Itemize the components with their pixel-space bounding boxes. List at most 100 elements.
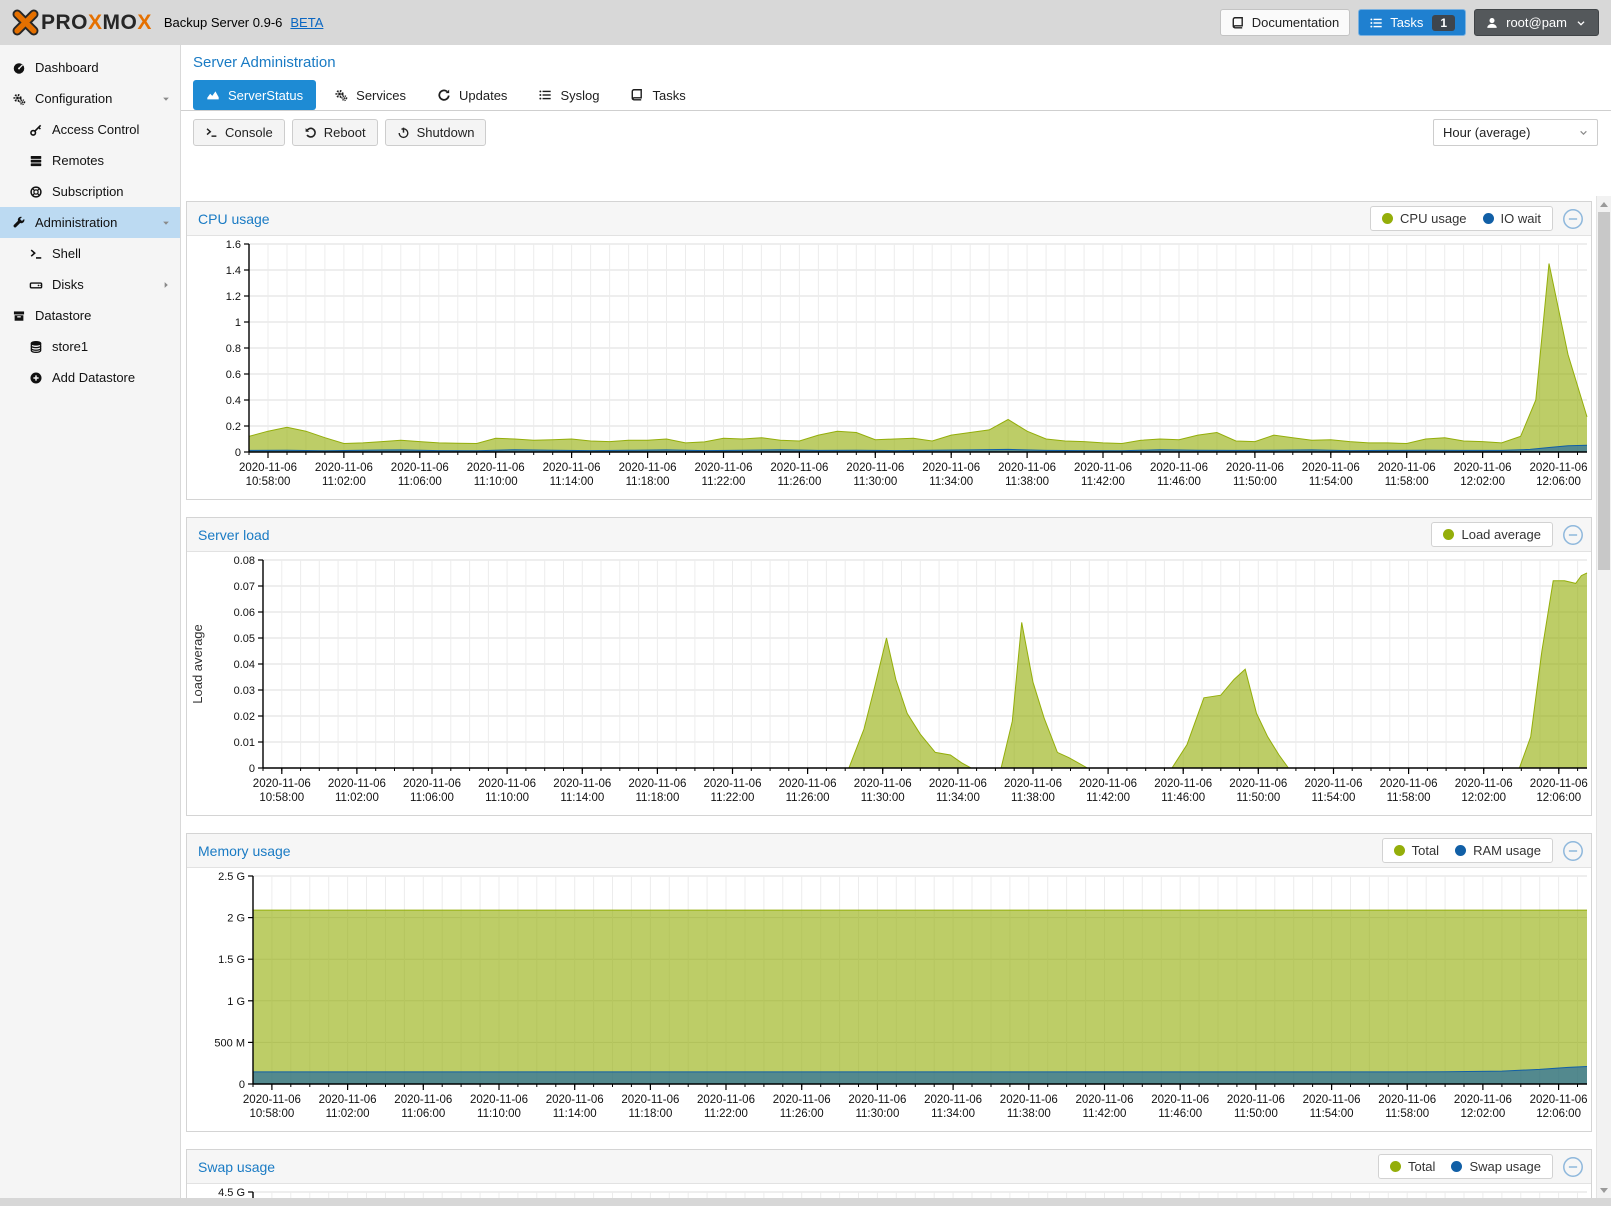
sidebar-item-label: Remotes — [52, 153, 104, 168]
user-menu-label: root@pam — [1506, 15, 1567, 30]
chart-wrap-server-load: 00.010.020.030.040.050.060.070.082020-11… — [187, 552, 1591, 815]
svg-text:2020-11-06: 2020-11-06 — [1454, 1094, 1512, 1106]
sidebar-item-administration[interactable]: Administration — [0, 207, 180, 238]
legend-item-total[interactable]: Total — [1394, 843, 1439, 858]
svg-text:11:54:00: 11:54:00 — [1309, 476, 1353, 488]
svg-text:1.5 G: 1.5 G — [218, 954, 245, 966]
svg-text:2020-11-06: 2020-11-06 — [1079, 778, 1137, 790]
svg-text:11:06:00: 11:06:00 — [401, 1108, 445, 1120]
user-icon — [1485, 16, 1499, 30]
top-navbar: PROXMOX Backup Server 0.9-6 BETA Documen… — [0, 0, 1611, 45]
svg-text:2020-11-06: 2020-11-06 — [467, 462, 525, 474]
svg-text:2020-11-06: 2020-11-06 — [770, 462, 828, 474]
chevron-right-icon[interactable] — [160, 279, 172, 291]
legend-item-cpu-usage[interactable]: CPU usage — [1382, 211, 1466, 226]
time-range-value: Hour (average) — [1443, 125, 1530, 140]
svg-text:2020-11-06: 2020-11-06 — [1151, 1094, 1209, 1106]
tab-tasks[interactable]: Tasks — [617, 80, 698, 110]
scroll-down-arrow[interactable] — [1597, 1183, 1611, 1197]
svg-text:0: 0 — [249, 763, 255, 775]
collapse-panel-button[interactable] — [1562, 1156, 1584, 1178]
svg-text:2020-11-06: 2020-11-06 — [478, 778, 536, 790]
svg-text:11:34:00: 11:34:00 — [929, 476, 973, 488]
svg-text:11:50:00: 11:50:00 — [1236, 792, 1280, 804]
documentation-button[interactable]: Documentation — [1220, 9, 1350, 36]
sidebar-nav: DashboardConfigurationAccess Control Remo… — [0, 45, 181, 1206]
beta-link[interactable]: BETA — [290, 15, 323, 30]
svg-text:11:30:00: 11:30:00 — [853, 476, 897, 488]
tasks-button[interactable]: Tasks 1 — [1358, 9, 1466, 36]
sidebar-item-remotes[interactable]: Remotes — [0, 145, 180, 176]
plus-circle-icon — [28, 371, 43, 385]
svg-text:11:30:00: 11:30:00 — [855, 1108, 899, 1120]
legend-item-io-wait[interactable]: IO wait — [1483, 211, 1541, 226]
svg-text:2020-11-06: 2020-11-06 — [621, 1094, 679, 1106]
legend-item-swap-usage[interactable]: Swap usage — [1451, 1159, 1541, 1174]
reboot-button[interactable]: Reboot — [292, 119, 378, 146]
svg-text:2020-11-06: 2020-11-06 — [619, 462, 677, 474]
undo-icon — [304, 126, 317, 139]
svg-text:0: 0 — [235, 447, 241, 459]
console-button[interactable]: Console — [193, 119, 285, 146]
shutdown-button[interactable]: Shutdown — [385, 119, 487, 146]
svg-text:1.4: 1.4 — [226, 265, 241, 277]
user-menu-button[interactable]: root@pam — [1474, 9, 1599, 36]
sidebar-item-label: Add Datastore — [52, 370, 135, 385]
svg-text:0.4: 0.4 — [226, 395, 241, 407]
refresh-icon — [437, 88, 451, 102]
svg-text:11:54:00: 11:54:00 — [1310, 1108, 1354, 1120]
sidebar-item-disks[interactable]: Disks — [0, 269, 180, 300]
chevron-down-icon[interactable] — [160, 217, 172, 229]
tab-services[interactable]: Services — [321, 80, 419, 110]
svg-text:2020-11-06: 2020-11-06 — [704, 778, 762, 790]
tab-syslog[interactable]: Syslog — [525, 80, 612, 110]
legend-item-load-average[interactable]: Load average — [1443, 527, 1541, 542]
scrollbar-thumb[interactable] — [1598, 212, 1610, 570]
tab-updates[interactable]: Updates — [424, 80, 520, 110]
vertical-scrollbar[interactable] — [1596, 196, 1611, 1198]
tab-serverstatus[interactable]: ServerStatus — [193, 80, 316, 110]
collapse-panel-button[interactable] — [1562, 524, 1584, 546]
product-title: Backup Server 0.9-6 — [164, 15, 283, 30]
svg-text:2020-11-06: 2020-11-06 — [846, 462, 904, 474]
svg-text:2020-11-06: 2020-11-06 — [1530, 1094, 1588, 1106]
time-range-select[interactable]: Hour (average) — [1433, 119, 1598, 146]
chart-wrap-cpu-usage: 00.20.40.60.811.21.41.62020-11-0610:58:0… — [187, 236, 1591, 499]
svg-text:2020-11-06: 2020-11-06 — [929, 778, 987, 790]
svg-text:2020-11-06: 2020-11-06 — [1305, 778, 1363, 790]
scroll-up-arrow[interactable] — [1597, 197, 1611, 211]
svg-text:2020-11-06: 2020-11-06 — [1380, 778, 1438, 790]
svg-text:11:26:00: 11:26:00 — [777, 476, 821, 488]
sidebar-item-access-control[interactable]: Access Control — [0, 114, 180, 145]
sidebar-item-subscription[interactable]: Subscription — [0, 176, 180, 207]
sidebar-item-datastore[interactable]: Datastore — [0, 300, 180, 331]
sidebar-item-add-datastore[interactable]: Add Datastore — [0, 362, 180, 393]
collapse-panel-button[interactable] — [1562, 840, 1584, 862]
panel-title-cpu-usage: CPU usage — [198, 211, 270, 227]
svg-text:2020-11-06: 2020-11-06 — [319, 1094, 377, 1106]
sidebar-item-dashboard[interactable]: Dashboard — [0, 52, 180, 83]
legend-server-load: Load average — [1431, 522, 1553, 547]
svg-text:0.02: 0.02 — [234, 711, 255, 723]
sidebar-item-store1[interactable]: store1 — [0, 331, 180, 362]
panel-title-swap-usage: Swap usage — [198, 1159, 275, 1175]
sidebar-item-shell[interactable]: Shell — [0, 238, 180, 269]
legend-item-total[interactable]: Total — [1390, 1159, 1435, 1174]
server-load-chart: 00.010.020.030.040.050.060.070.082020-11… — [189, 554, 1589, 810]
legend-label: CPU usage — [1400, 211, 1466, 226]
panel-server-load: Server loadLoad average00.010.020.030.04… — [186, 517, 1592, 816]
svg-text:2020-11-06: 2020-11-06 — [1378, 1094, 1436, 1106]
legend-dot-icon — [1451, 1161, 1462, 1172]
sidebar-item-label: Datastore — [35, 308, 91, 323]
svg-text:500 M: 500 M — [214, 1037, 245, 1049]
chevron-down-icon[interactable] — [160, 93, 172, 105]
sidebar-item-label: Shell — [52, 246, 81, 261]
svg-text:11:10:00: 11:10:00 — [474, 476, 518, 488]
svg-text:11:14:00: 11:14:00 — [560, 792, 604, 804]
sidebar-item-configuration[interactable]: Configuration — [0, 83, 180, 114]
terminal-icon — [205, 126, 218, 139]
collapse-panel-button[interactable] — [1562, 208, 1584, 230]
legend-item-ram-usage[interactable]: RAM usage — [1455, 843, 1541, 858]
legend-dot-icon — [1443, 529, 1454, 540]
svg-text:2020-11-06: 2020-11-06 — [854, 778, 912, 790]
